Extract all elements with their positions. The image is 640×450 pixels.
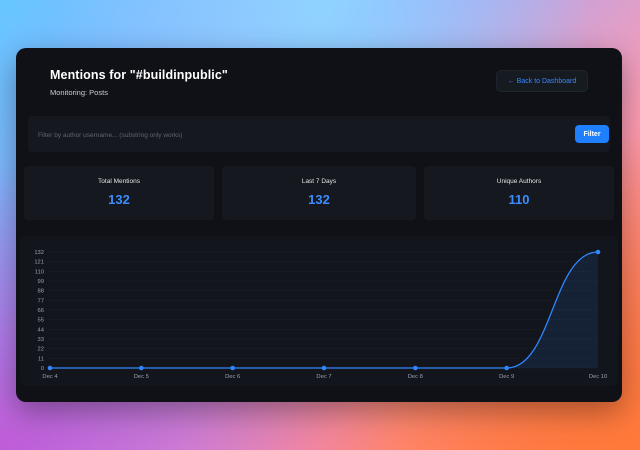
stat-card-total-mentions: Total Mentions 132 xyxy=(24,166,214,220)
y-tick-label: 77 xyxy=(38,298,44,304)
stat-label: Unique Authors xyxy=(496,178,542,185)
x-tick-label: Dec 6 xyxy=(225,374,240,380)
data-point xyxy=(47,365,53,371)
y-tick-label: 33 xyxy=(38,337,44,343)
mentions-chart: 1321211109988776655443322110Dec 4 Dec 5 De… xyxy=(34,249,607,380)
back-to-dashboard-button[interactable]: ← Back to Dashboard xyxy=(496,70,588,92)
author-filter-input[interactable] xyxy=(36,126,570,144)
stat-value: 132 xyxy=(308,192,330,207)
y-tick-label: 99 xyxy=(38,279,44,285)
filter-button[interactable]: Filter xyxy=(575,125,609,143)
stat-card-last-7-days: Last 7 Days 132 xyxy=(222,166,416,220)
monitoring-subtitle: Monitoring: Posts xyxy=(50,88,108,97)
data-point xyxy=(413,365,418,371)
x-tick-label: Dec 9 xyxy=(499,374,514,380)
stat-label: Last 7 Days xyxy=(301,178,337,185)
x-tick-label: Dec 5 xyxy=(134,374,149,380)
y-tick-label: 66 xyxy=(38,308,44,314)
y-tick-label: 0 xyxy=(41,366,44,372)
y-tick-label: 22 xyxy=(38,347,44,353)
page-title: Mentions for "#buildinpublic" xyxy=(50,68,228,82)
y-tick-label: 132 xyxy=(34,250,44,256)
stat-value: 110 xyxy=(508,192,530,207)
stat-label: Total Mentions xyxy=(98,178,140,185)
y-tick-label: 110 xyxy=(35,269,44,275)
filter-bar: Filter xyxy=(28,116,610,152)
data-point xyxy=(321,365,327,371)
data-point xyxy=(504,365,509,371)
stat-value: 132 xyxy=(108,192,130,207)
data-point xyxy=(230,365,235,371)
mentions-panel: Mentions for "#buildinpublic" Monitoring… xyxy=(16,48,622,402)
x-tick-label: Dec 8 xyxy=(408,374,423,380)
y-tick-label: 44 xyxy=(38,327,45,333)
x-tick-label: Dec 10 xyxy=(589,374,607,380)
mentions-chart-card: 132 121 110 99 88 77 66 55 44 33 22 11 0 Dec 4 Dec 5 De… xyxy=(20,236,618,386)
data-point xyxy=(139,365,144,371)
y-tick-label: 121 xyxy=(34,260,44,266)
y-tick-label: 55 xyxy=(38,318,44,324)
x-tick-label: Dec 4 xyxy=(42,374,58,380)
stat-card-unique-authors: Unique Authors 110 xyxy=(424,166,614,220)
y-tick-label: 11 xyxy=(38,356,44,362)
data-point xyxy=(595,249,601,255)
x-tick-label: Dec 7 xyxy=(316,374,331,380)
y-tick-label: 88 xyxy=(38,289,44,295)
